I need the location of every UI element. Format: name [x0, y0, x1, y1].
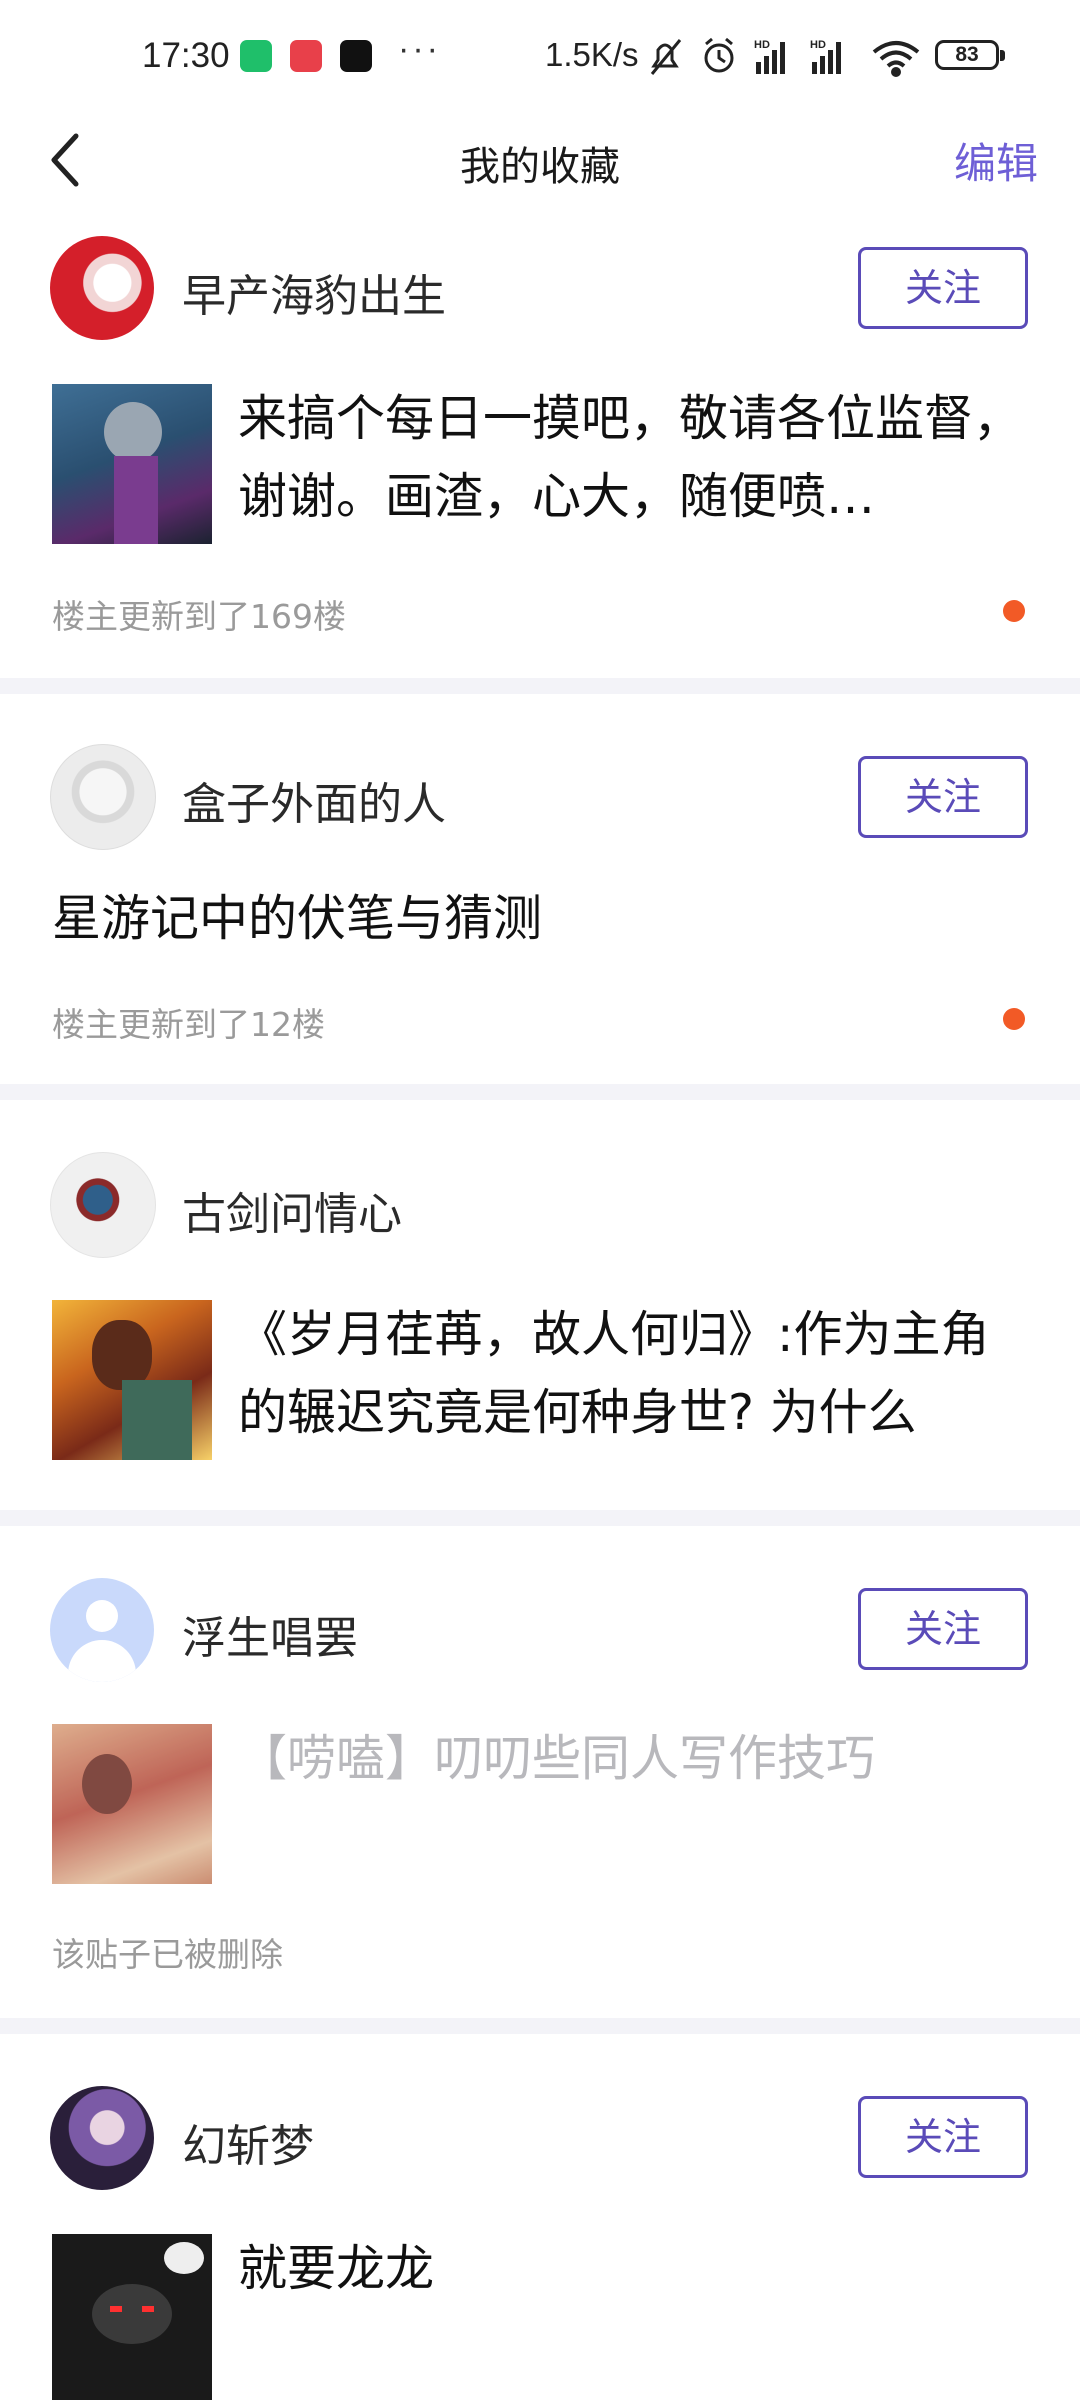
card-divider [0, 678, 1080, 694]
network-speed: 1.5K/s [545, 36, 639, 73]
battery-icon: 83 [935, 40, 1005, 70]
card-divider [0, 2018, 1080, 2034]
author-name[interactable]: 浮生唱罢 [182, 1602, 358, 1666]
author-avatar[interactable] [50, 236, 154, 340]
post-title[interactable]: 《岁月荏苒，故人何归》:作为主角的辗迟究竟是何种身世? 为什么 [238, 1296, 1028, 1452]
favorite-card[interactable]: 浮生唱罢 关注 【唠嗑】叨叨些同人写作技巧 该贴子已被删除 [0, 1526, 1080, 2018]
follow-button[interactable]: 关注 [858, 247, 1028, 329]
status-time: 17:30 [142, 36, 230, 75]
author-name[interactable]: 古剑问情心 [182, 1178, 402, 1242]
post-title[interactable]: 星游记中的伏笔与猜测 [52, 880, 1022, 958]
favorite-card[interactable]: 古剑问情心 《岁月荏苒，故人何归》:作为主角的辗迟究竟是何种身世? 为什么 [0, 1100, 1080, 1510]
svg-text:HD: HD [810, 39, 826, 51]
shield-app-icon [240, 40, 272, 72]
post-thumbnail[interactable] [52, 1724, 212, 1884]
post-title[interactable]: 【唠嗑】叨叨些同人写作技巧 [238, 1720, 1028, 1798]
post-thumbnail[interactable] [52, 2234, 212, 2400]
author-avatar[interactable] [50, 2086, 154, 2190]
author-name[interactable]: 早产海豹出生 [182, 260, 446, 324]
unread-dot [1003, 600, 1025, 622]
author-name[interactable]: 盒子外面的人 [182, 768, 446, 832]
post-title[interactable]: 来搞个每日一摸吧，敬请各位监督，谢谢。画渣，心大，随便喷… [238, 380, 1028, 536]
author-name[interactable]: 幻斩梦 [182, 2110, 314, 2174]
post-thumbnail[interactable] [52, 384, 212, 544]
post-status: 该贴子已被删除 [52, 1935, 283, 1974]
favorite-card[interactable]: 早产海豹出生 关注 来搞个每日一摸吧，敬请各位监督，谢谢。画渣，心大，随便喷… … [0, 222, 1080, 678]
signal-hd-icon-1: HD [754, 39, 785, 74]
wifi-icon [872, 41, 920, 77]
more-notifications-icon: ··· [398, 30, 441, 68]
mute-bell-icon [650, 39, 682, 75]
page-title: 我的收藏 [460, 144, 620, 190]
signal-hd-icon-2: HD [810, 39, 841, 74]
post-title[interactable]: 就要龙龙 [238, 2230, 1028, 2308]
follow-button[interactable]: 关注 [858, 2096, 1028, 2178]
default-avatar[interactable] [50, 1578, 154, 1682]
card-divider [0, 1510, 1080, 1526]
post-update-info: 楼主更新到了12楼 [52, 1005, 325, 1044]
author-avatar[interactable] [50, 1152, 156, 1258]
capcut-app-icon [340, 40, 372, 72]
favorite-card[interactable]: 幻斩梦 关注 就要龙龙 [0, 2034, 1080, 2400]
status-bar: 17:30 ··· 1.5K/s HD HD 83 [0, 0, 1080, 120]
post-update-info: 楼主更新到了169楼 [52, 597, 346, 636]
edit-button[interactable]: 编辑 [954, 130, 1038, 191]
follow-button[interactable]: 关注 [858, 756, 1028, 838]
follow-button[interactable]: 关注 [858, 1588, 1028, 1670]
nav-header: 我的收藏 编辑 [0, 110, 1080, 210]
post-thumbnail[interactable] [52, 1300, 212, 1460]
alarm-icon [704, 37, 734, 73]
card-divider [0, 1084, 1080, 1100]
red-app-icon [290, 40, 322, 72]
svg-text:HD: HD [754, 39, 770, 51]
unread-dot [1003, 1008, 1025, 1030]
favorite-card[interactable]: 盒子外面的人 关注 星游记中的伏笔与猜测 楼主更新到了12楼 [0, 694, 1080, 1084]
status-icons: HD HD [650, 37, 920, 77]
author-avatar[interactable] [50, 744, 156, 850]
